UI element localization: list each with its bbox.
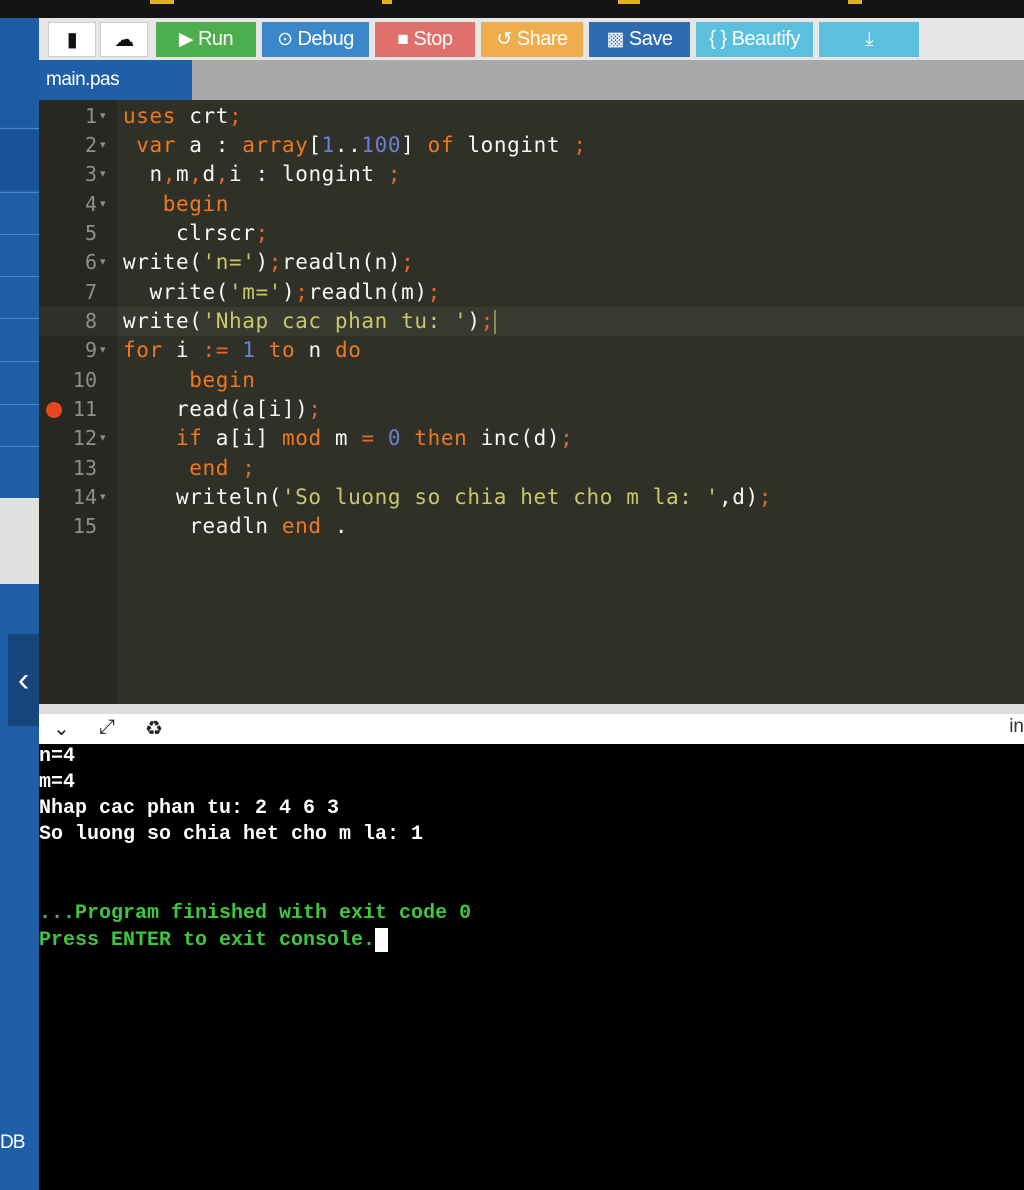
stop-icon: ■ <box>397 29 409 50</box>
code-line[interactable]: 2 ▾ var a : array[1..100] of longint ; <box>39 131 1024 160</box>
run-button[interactable]: ▶ Run <box>156 22 256 57</box>
tab-main-pas[interactable]: main.pas <box>39 60 192 100</box>
code-line[interactable]: 13 end ; <box>39 454 1024 483</box>
code-line[interactable]: 15 readln end . <box>39 512 1024 541</box>
save-icon: ▩ <box>606 29 624 50</box>
code-line[interactable]: 10 begin <box>39 366 1024 395</box>
sidebar-collapse-button[interactable]: ‹ <box>8 634 39 726</box>
code-line[interactable]: 1 ▾ uses crt; <box>39 102 1024 131</box>
save-button[interactable]: ▩ Save <box>589 22 690 57</box>
sidebar-db-label[interactable]: DB <box>0 1132 25 1154</box>
console-line: n=4 <box>39 745 76 768</box>
chevron-down-icon[interactable]: ⌄ <box>53 716 70 741</box>
code-line[interactable]: 12 ▾ if a[i] mod m = 0 then inc(d); <box>39 424 1024 453</box>
console-prompt-line: Press ENTER to exit console. <box>39 928 389 954</box>
console-line: m=4 <box>39 771 76 794</box>
beautify-button[interactable]: { } Beautify <box>696 22 813 57</box>
expand-icon[interactable]: ⤢ <box>99 716 115 739</box>
input-tab-label[interactable]: in <box>1009 716 1024 738</box>
download-icon: ⤓ <box>864 28 874 50</box>
code-line[interactable]: 7 write('m=');readln(m); <box>39 278 1024 307</box>
file-tabs: main.pas <box>39 60 1024 100</box>
code-editor[interactable]: 1 ▾ uses crt; 2 ▾ var a : array[1..100] of… <box>39 100 1024 704</box>
debug-icon: ⊙ <box>277 29 293 50</box>
debug-button[interactable]: ⊙ Debug <box>262 22 369 57</box>
toolbar: ▮ ☁ ▶ Run ⊙ Debug ■ Stop ↺ Share ▩ Save { } B… <box>39 18 1024 60</box>
code-line[interactable]: 3 ▾ n,m,d,i : longint ; <box>39 160 1024 189</box>
console-toolbar: ⌄ ⤢ ♻ in <box>39 714 1024 744</box>
code-line[interactable]: 4 ▾ begin <box>39 190 1024 219</box>
play-icon: ▶ <box>178 29 194 50</box>
code-line[interactable]: 5 clrscr; <box>39 219 1024 248</box>
code-line[interactable]: 8 write('Nhap cac phan tu: '); <box>39 307 1024 336</box>
code-line[interactable]: 14 ▾ writeln('So luong so chia het cho m … <box>39 483 1024 512</box>
new-file-icon: ▮ <box>66 29 78 51</box>
download-button[interactable]: ⤓ <box>819 22 919 57</box>
sidebar: ‹ DB <box>0 18 39 1190</box>
stop-button[interactable]: ■ Stop <box>375 22 475 57</box>
share-icon: ↺ <box>496 29 512 50</box>
code-line[interactable]: 9 ▾ for i := 1 to n do <box>39 336 1024 365</box>
sidebar-panel <box>0 498 39 584</box>
new-file-button[interactable]: ▮ <box>48 22 96 57</box>
console-status-line: ...Program finished with exit code 0 <box>39 902 472 925</box>
clear-console-icon[interactable]: ♻ <box>145 716 163 741</box>
console-line: So luong so chia het cho m la: 1 <box>39 823 424 846</box>
text-cursor <box>493 310 496 334</box>
console-cursor <box>375 928 389 952</box>
code-line[interactable]: 6 ▾ write('n=');readln(n); <box>39 248 1024 277</box>
upload-icon: ☁ <box>114 29 134 51</box>
share-button[interactable]: ↺ Share <box>481 22 583 57</box>
console-line: Nhap cac phan tu: 2 4 6 3 <box>39 797 340 820</box>
panel-splitter[interactable] <box>39 704 1024 714</box>
code-line[interactable]: 11 read(a[i]); <box>39 395 1024 424</box>
upload-button[interactable]: ☁ <box>100 22 148 57</box>
top-strip <box>0 0 1024 18</box>
console-output[interactable]: n=4 m=4 Nhap cac phan tu: 2 4 6 3 So luo… <box>39 744 1024 1190</box>
